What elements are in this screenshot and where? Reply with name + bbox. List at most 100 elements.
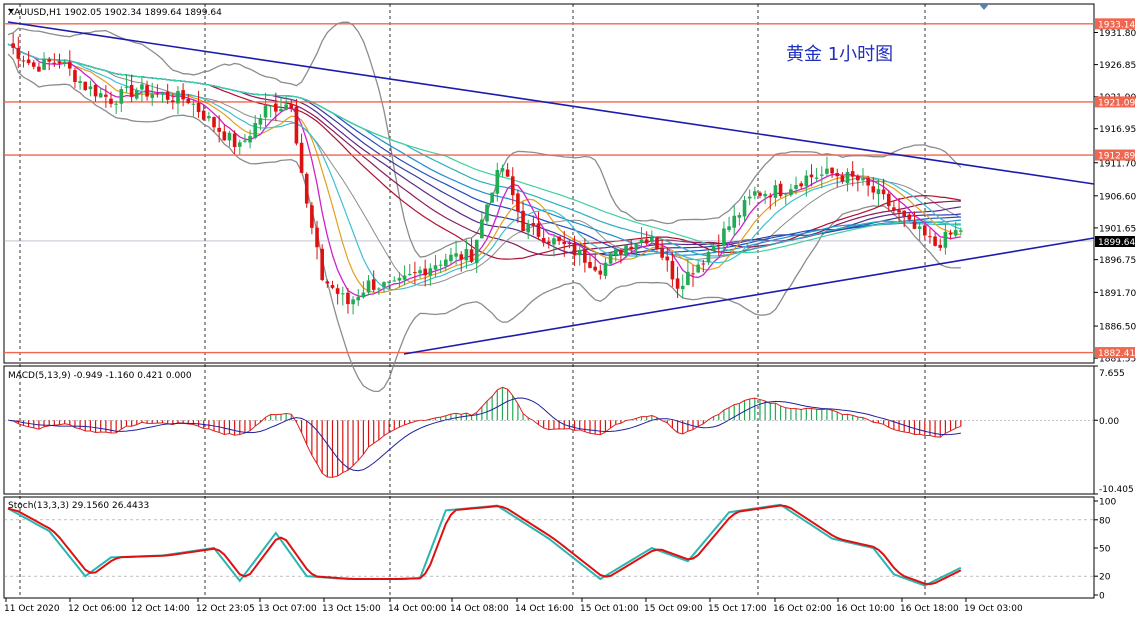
candle-body	[382, 282, 386, 288]
candle-body	[819, 174, 824, 176]
candle-body	[361, 292, 366, 298]
macd-tick-label: 0.00	[1099, 417, 1119, 427]
price-tick-label: 1906.60	[1099, 192, 1136, 202]
candle-body	[124, 86, 129, 88]
candle-body	[634, 244, 639, 250]
candle-body	[310, 205, 314, 228]
candle-body	[536, 223, 541, 237]
candle-body	[948, 232, 953, 235]
candle-body	[294, 106, 299, 144]
candle-body	[207, 116, 211, 119]
candle-body	[114, 103, 118, 105]
candle-body	[73, 70, 77, 82]
candle-body	[680, 285, 685, 290]
candle-body	[747, 196, 752, 199]
candle-body	[608, 253, 613, 264]
candle-body	[42, 58, 46, 70]
candle-body	[526, 224, 531, 233]
candle-body	[438, 264, 443, 266]
candle-body	[876, 189, 881, 195]
current-price-tag: 1899.64	[1095, 236, 1135, 248]
candle-body	[62, 61, 67, 63]
candle-body	[917, 226, 922, 229]
candle-body	[279, 109, 283, 112]
price-tick-label: 1886.50	[1099, 323, 1136, 333]
candle-body	[613, 249, 618, 256]
candle-body	[577, 250, 582, 256]
time-tick-label: 15 Oct 09:00	[644, 604, 703, 614]
candle-body	[31, 62, 36, 67]
candle-body	[407, 273, 412, 275]
candle-body	[351, 299, 355, 305]
candle-body	[753, 191, 757, 196]
candle-body	[650, 237, 654, 242]
candle-body	[392, 280, 397, 282]
candle-body	[557, 236, 561, 241]
candle-body	[454, 253, 458, 257]
candle-body	[155, 93, 160, 95]
candle-body	[619, 249, 623, 255]
candle-body	[866, 178, 870, 186]
candle-body	[624, 245, 628, 256]
candle-body	[387, 281, 391, 283]
candle-body	[892, 207, 896, 211]
candle-body	[928, 236, 932, 238]
candle-body	[485, 204, 489, 222]
candle-body	[794, 184, 798, 189]
time-tick-label: 16 Oct 10:00	[836, 604, 895, 614]
candle-body	[464, 248, 469, 261]
candle-body	[243, 140, 247, 142]
chart-canvas: XAUUSD,H1 1902.05 1902.34 1899.64 1899.6…	[3, 3, 1136, 614]
candle-body	[418, 270, 422, 274]
candle-body	[330, 285, 335, 288]
candle-body	[160, 93, 165, 95]
candle-body	[325, 281, 330, 284]
candle-body	[83, 81, 88, 91]
candle-body	[274, 103, 278, 112]
candle-body	[804, 175, 809, 187]
candle-body	[68, 61, 72, 69]
candle-body	[104, 94, 108, 97]
candle-body	[119, 89, 124, 104]
candle-body	[315, 227, 319, 248]
symbol-header: XAUUSD,H1 1902.05 1902.34 1899.64 1899.6…	[8, 8, 222, 18]
candle-body	[547, 241, 551, 244]
level-tag-label: 1921.09	[1098, 98, 1135, 108]
candle-body	[469, 249, 474, 262]
candle-body	[428, 268, 433, 276]
candle-body	[186, 98, 191, 104]
price-tick-label: 1926.85	[1099, 61, 1136, 71]
candle-body	[768, 195, 773, 198]
candle-body	[711, 246, 716, 251]
time-tick-label: 15 Oct 17:00	[708, 604, 767, 614]
time-tick-label: 11 Oct 2020	[4, 604, 60, 614]
candle-body	[938, 244, 943, 248]
candle-body	[541, 238, 546, 243]
candle-body	[959, 230, 963, 232]
candle-body	[758, 192, 762, 196]
candle-body	[402, 275, 407, 280]
candle-body	[706, 251, 711, 262]
candle-body	[763, 193, 767, 197]
price-tick-label: 1891.70	[1099, 289, 1136, 299]
candle-body	[778, 183, 783, 196]
time-axis: 11 Oct 2020 12 Oct 06:00 12 Oct 14:00 12 Oc…	[4, 598, 1023, 614]
stoch-tick-label: 80	[1099, 516, 1111, 526]
candle-body	[830, 167, 834, 174]
candle-body	[397, 277, 402, 281]
candle-body	[845, 171, 850, 184]
candle-body	[588, 262, 592, 268]
time-tick-label: 14 Oct 08:00	[450, 604, 509, 614]
candle-body	[171, 100, 175, 103]
candle-body	[88, 86, 93, 90]
candle-body	[742, 200, 747, 217]
candle-body	[289, 103, 294, 109]
price-tick-label: 1931.80	[1099, 29, 1136, 39]
candle-body	[191, 103, 196, 105]
candle-body	[443, 259, 448, 267]
candle-body	[943, 231, 948, 248]
candle-body	[176, 91, 180, 104]
time-tick-label: 13 Oct 07:00	[258, 604, 317, 614]
time-tick-label: 12 Oct 23:05	[196, 604, 255, 614]
candle-body	[258, 118, 263, 125]
